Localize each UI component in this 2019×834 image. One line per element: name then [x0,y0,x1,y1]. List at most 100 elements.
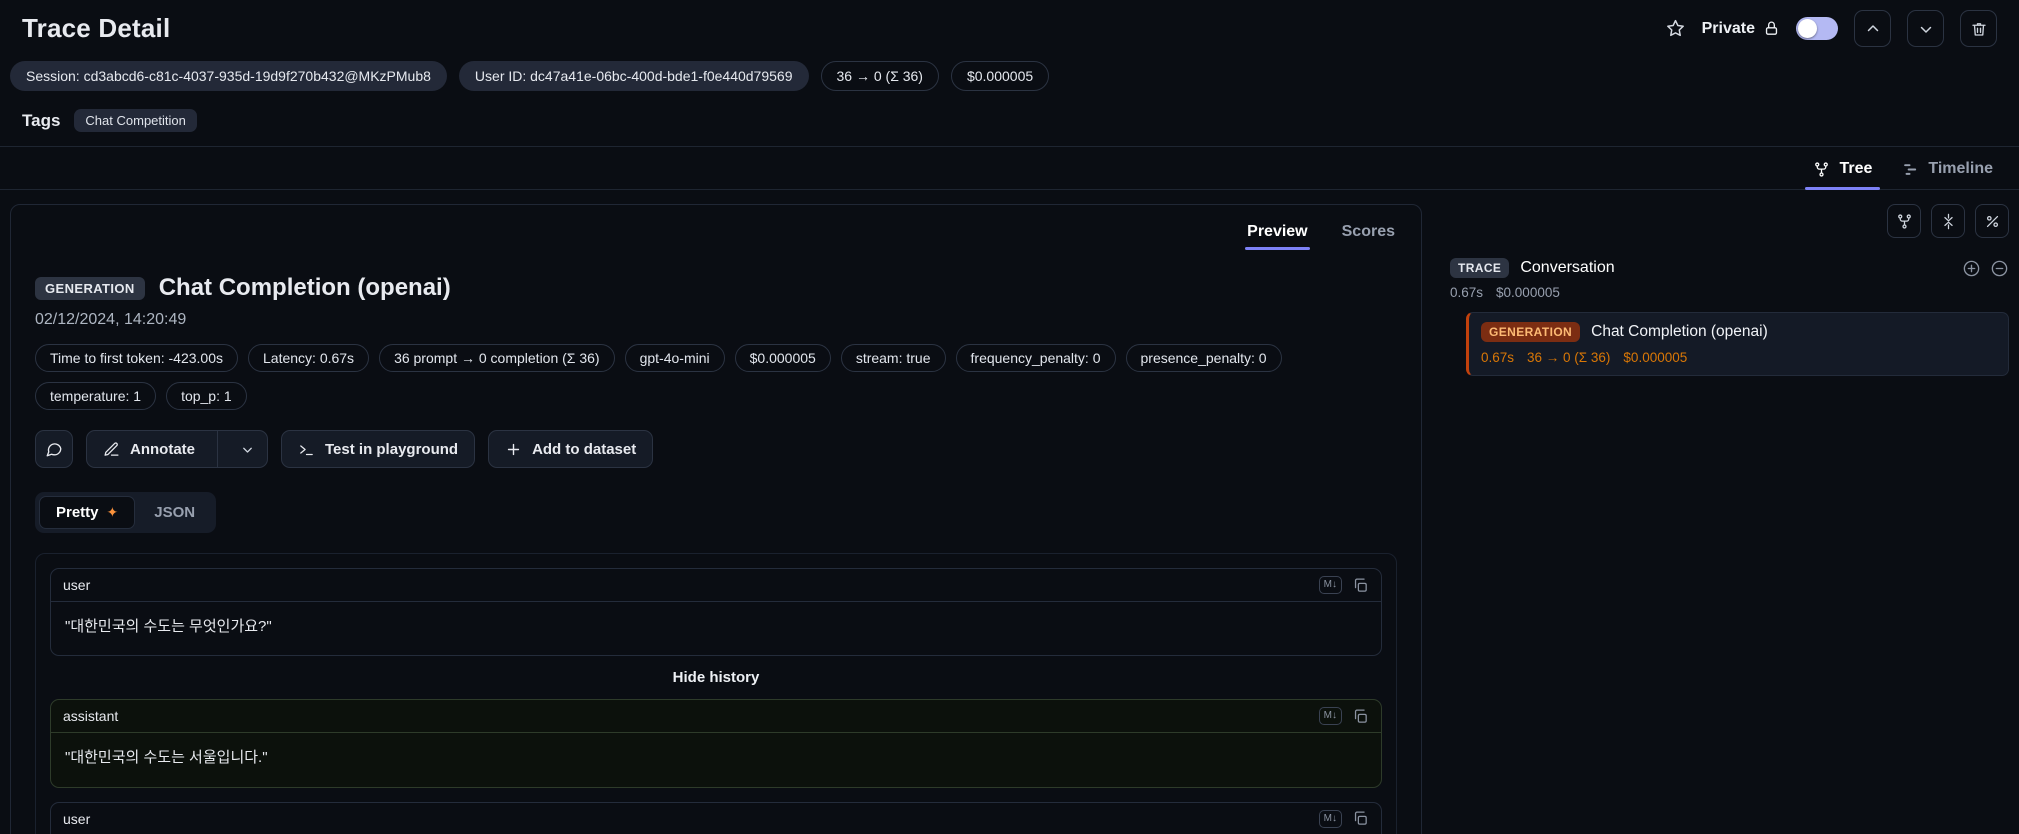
token-usage-badge: 36 → 0 (Σ 36) [820,61,939,91]
pretty-label: Pretty [56,504,99,521]
circle-plus-icon [1963,260,1980,276]
copy-button[interactable] [1352,810,1369,827]
cost-badge: $0.000005 [950,61,1050,91]
tree-node-generation[interactable]: GENERATION Chat Completion (openai) 0.67… [1466,312,2009,376]
message-role: assistant [63,708,119,725]
metric-pill: Time to first token: -423.00s [35,344,238,372]
chevron-up-icon [1867,24,1878,31]
show-graph-button[interactable] [1887,204,1921,238]
tree-toolbar [1450,204,2009,238]
observation-timestamp: 02/12/2024, 14:20:49 [35,311,187,328]
tab-tree[interactable]: Tree [1801,151,1884,190]
playground-label: Test in playground [325,440,459,458]
markdown-toggle-icon[interactable]: M↓ [1318,576,1342,594]
message-card-user-2: user M↓ "감사합니다 " [50,801,1382,834]
node-latency: 0.67s [1481,350,1515,365]
button-divider [217,431,218,467]
metric-pill: $0.000005 [734,344,831,372]
metric-pill: temperature: 1 [35,382,157,410]
star-button[interactable] [1665,18,1686,39]
page-title: Trace Detail [22,13,171,43]
privacy-control: Private [1702,20,1780,38]
message-tools: M↓ [1318,576,1369,594]
trace-metrics: 0.67s $0.000005 [1450,285,2009,300]
copy-button[interactable] [1352,577,1369,594]
plus-icon [507,443,520,455]
message-header: user M↓ [51,569,1381,602]
message-header: assistant M↓ [51,700,1381,734]
lock-icon [1765,21,1778,35]
copy-button[interactable] [1352,708,1369,725]
node-tokens: 36 → 0 (Σ 36) [1527,350,1611,365]
percent-icon [1986,215,1998,227]
node-title: Chat Completion (openai) [1591,323,1768,340]
tab-preview[interactable]: Preview [1245,219,1311,250]
observation-metrics-pills: Time to first token: -423.00s Latency: 0… [35,344,1385,410]
hide-history-button[interactable]: Hide history [50,669,1382,686]
timeline-icon [1904,163,1917,175]
metric-pill: 36 prompt → 0 completion (Σ 36) [379,344,615,372]
panel-tabs: Preview Scores [35,219,1397,250]
tab-timeline[interactable]: Timeline [1890,151,2005,189]
tab-pretty[interactable]: Pretty ✦ [39,496,136,529]
delete-trace-button[interactable] [1960,10,1997,47]
json-label: JSON [154,504,196,521]
toggle-metrics-button[interactable] [1975,204,2009,238]
main-content: Preview Scores GENERATION Chat Completio… [0,190,2019,834]
fold-vertical-icon [1943,213,1953,229]
terminal-icon [300,444,313,455]
toggle-knob [1798,19,1817,38]
chevron-down-icon [243,447,252,453]
copy-icon [1354,577,1367,592]
message-content: "대한민국의 수도는 무엇인가요?" [65,618,272,635]
metric-pill: gpt-4o-mini [624,344,725,372]
io-preview: user M↓ "대한민국의 수도는 무엇인가요?" Hide history … [35,553,1397,834]
message-content: "대한민국의 수도는 서울입니다." [65,749,268,767]
markdown-toggle-icon[interactable]: M↓ [1318,707,1342,726]
metric-pill: stream: true [840,344,946,372]
tab-json[interactable]: JSON [137,496,212,529]
message-role: user [63,810,91,827]
collapse-all-button[interactable] [1931,204,1965,238]
node-type-badge: GENERATION [1481,322,1581,342]
metric-pill: presence_penalty: 0 [1125,344,1282,372]
annotate-label: Annotate [130,440,195,458]
metric-pill: frequency_penalty: 0 [955,344,1116,372]
expand-all-button[interactable] [1962,259,1981,278]
observation-header: GENERATION Chat Completion (openai) [35,274,1397,302]
markdown-toggle-icon[interactable]: M↓ [1318,809,1342,828]
tags-row: Tags Chat Competition [0,101,2019,147]
privacy-label: Private [1701,19,1755,37]
test-in-playground-button[interactable]: Test in playground [281,430,476,468]
sparkle-icon: ✦ [106,504,119,520]
metric-pill: top_p: 1 [166,382,247,410]
annotate-dropdown-button[interactable] [228,442,267,457]
comments-button[interactable] [35,430,73,468]
tag-badge[interactable]: Chat Competition [74,109,197,132]
circle-minus-icon [1991,260,2008,276]
observation-detail-card: Preview Scores GENERATION Chat Completio… [10,204,1422,834]
tree-icon [1815,161,1829,177]
public-share-toggle[interactable] [1796,17,1838,40]
annotate-button[interactable]: Annotate [86,430,268,468]
view-switcher: Tree Timeline [0,147,2019,190]
observation-title: Chat Completion (openai) [158,274,451,301]
top-bar-actions: Private [1665,10,1997,47]
collapse-node-button[interactable] [1990,259,2009,278]
message-card-assistant: assistant M↓ "대한민국의 수도는 서울입니다." [50,699,1382,788]
previous-trace-button[interactable] [1854,10,1891,47]
add-to-dataset-button[interactable]: Add to dataset [488,430,654,468]
trace-tree-panel: TRACE Conversation 0.67s $0.000005 GENER [1448,204,2009,376]
star-icon [1666,19,1684,37]
node-cost: $0.000005 [1623,350,1688,365]
message-tools: M↓ [1318,809,1369,828]
trash-icon [1971,22,1986,36]
next-trace-button[interactable] [1907,10,1944,47]
node-header: GENERATION Chat Completion (openai) [1481,322,1996,342]
trace-root-row[interactable]: TRACE Conversation [1450,258,2009,278]
tab-scores[interactable]: Scores [1340,219,1397,250]
observation-actions: Annotate Test in playground Add to datas… [35,430,1397,468]
user-id-badge[interactable]: User ID: dc47a41e-06bc-400d-bde1-f0e440d… [458,61,809,91]
session-badge[interactable]: Session: cd3abcd6-c81c-4037-935d-19d9f27… [10,61,447,91]
